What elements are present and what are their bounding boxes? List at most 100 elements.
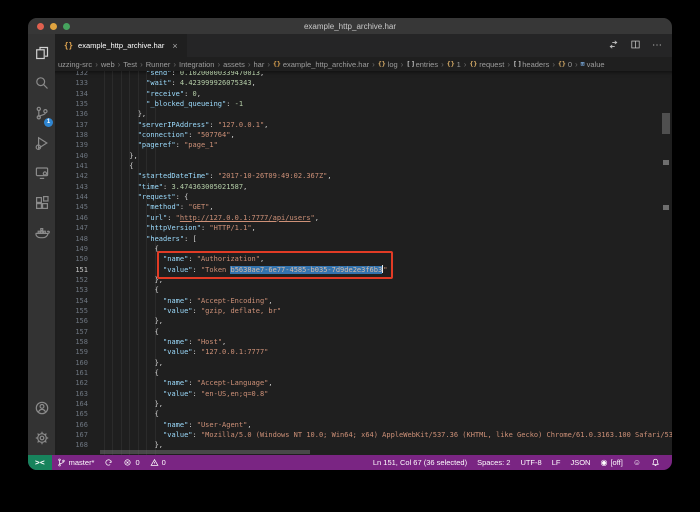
line-number[interactable]: 159 [55, 347, 104, 357]
code-line[interactable]: 157 { [55, 327, 672, 337]
vertical-scrollbar-thumb[interactable] [662, 113, 670, 134]
line-number[interactable]: 166 [55, 420, 104, 430]
code-line[interactable]: 145 "method": "GET", [55, 202, 672, 212]
line-number[interactable]: 140 [55, 151, 104, 161]
breadcrumb-item-value[interactable]: ⊞value [581, 60, 605, 69]
zoom-window-button[interactable] [63, 23, 70, 30]
activity-bar-item-remote-explorer[interactable] [28, 160, 55, 190]
status-encoding[interactable]: UTF-8 [515, 455, 546, 470]
status-feedback[interactable]: ☺ [628, 455, 646, 470]
line-number[interactable]: 160 [55, 358, 104, 368]
line-number[interactable]: 141 [55, 161, 104, 171]
code-line[interactable]: 163 "value": "en-US,en;q=0.8" [55, 389, 672, 399]
activity-bar-item-account[interactable] [28, 395, 55, 425]
code-line[interactable]: 137 "serverIPAddress": "127.0.0.1", [55, 120, 672, 130]
code-line[interactable]: 156 }, [55, 316, 672, 326]
line-number[interactable]: 165 [55, 409, 104, 419]
activity-bar-item-extensions[interactable] [28, 190, 55, 220]
line-number[interactable]: 163 [55, 389, 104, 399]
status-screencast-mode[interactable]: ◉[off] [595, 455, 627, 470]
line-number[interactable]: 144 [55, 192, 104, 202]
activity-bar-item-docker[interactable] [28, 220, 55, 250]
code-line[interactable]: 139 "pageref": "page_1" [55, 140, 672, 150]
minimize-window-button[interactable] [50, 23, 57, 30]
activity-bar-item-search[interactable] [28, 70, 55, 100]
code-line[interactable]: 147 "httpVersion": "HTTP/1.1", [55, 223, 672, 233]
breadcrumb-item-runner[interactable]: Runner [146, 60, 171, 69]
more-actions-icon[interactable]: ⋯ [652, 41, 662, 51]
line-number[interactable]: 151 [55, 265, 104, 275]
line-number[interactable]: 156 [55, 316, 104, 326]
code-line[interactable]: 141 { [55, 161, 672, 171]
breadcrumb-item-web[interactable]: web [101, 60, 115, 69]
line-number[interactable]: 135 [55, 99, 104, 109]
line-number[interactable]: 137 [55, 120, 104, 130]
breadcrumb-item-log[interactable]: {}log [378, 60, 398, 69]
status-git-branch[interactable]: master* [52, 455, 100, 470]
line-number[interactable]: 147 [55, 223, 104, 233]
line-number[interactable]: 133 [55, 78, 104, 88]
code-line[interactable]: 164 }, [55, 399, 672, 409]
status-language-mode[interactable]: JSON [565, 455, 595, 470]
close-window-button[interactable] [37, 23, 44, 30]
line-number[interactable]: 145 [55, 202, 104, 212]
tab-close-icon[interactable]: × [172, 41, 177, 51]
code-line[interactable]: 140 }, [55, 151, 672, 161]
code-line[interactable]: 142 "startedDateTime": "2017-10-26T09:49… [55, 171, 672, 181]
code-line[interactable]: 136 }, [55, 109, 672, 119]
line-number[interactable]: 152 [55, 275, 104, 285]
line-number[interactable]: 157 [55, 327, 104, 337]
line-number[interactable]: 148 [55, 234, 104, 244]
line-number[interactable]: 154 [55, 296, 104, 306]
vertical-scrollbar[interactable] [661, 71, 672, 455]
tab-example-http-archive[interactable]: {} example_http_archive.har × [55, 34, 187, 57]
code-line[interactable]: 154 "name": "Accept-Encoding", [55, 296, 672, 306]
code-line[interactable]: 134 "receive": 0, [55, 89, 672, 99]
code-line[interactable]: 133 "wait": 4.423999926075343, [55, 78, 672, 88]
code-line[interactable]: 148 "headers": [ [55, 234, 672, 244]
code-line[interactable]: 144 "request": { [55, 192, 672, 202]
breadcrumb-item-entries[interactable]: [ ]entries [406, 60, 438, 69]
activity-bar-item-settings[interactable] [28, 425, 55, 455]
line-number[interactable]: 134 [55, 89, 104, 99]
code-line[interactable]: 165 { [55, 409, 672, 419]
activity-bar-item-run-and-debug[interactable] [28, 130, 55, 160]
line-number[interactable]: 162 [55, 378, 104, 388]
activity-bar-item-explorer[interactable] [28, 40, 55, 70]
horizontal-scrollbar-thumb[interactable] [100, 450, 310, 454]
line-number[interactable]: 167 [55, 430, 104, 440]
code-line[interactable]: 158 "name": "Host", [55, 337, 672, 347]
breadcrumb-item-har[interactable]: har [254, 60, 265, 69]
breadcrumb-item-integration[interactable]: Integration [179, 60, 214, 69]
line-number[interactable]: 168 [55, 440, 104, 450]
status-notifications[interactable] [646, 455, 665, 470]
breadcrumb-item-example-http-archive-har[interactable]: {}example_http_archive.har [273, 60, 369, 69]
line-number[interactable]: 149 [55, 244, 104, 254]
line-number[interactable]: 132 [55, 71, 104, 78]
code-line[interactable]: 135 "_blocked_queueing": -1 [55, 99, 672, 109]
code-line[interactable]: 160 }, [55, 358, 672, 368]
breadcrumb-item-uzzing-src[interactable]: uzzing-src [58, 60, 92, 69]
line-number[interactable]: 161 [55, 368, 104, 378]
breadcrumb-item-assets[interactable]: assets [223, 60, 245, 69]
line-number[interactable]: 164 [55, 399, 104, 409]
activity-bar-item-source-control[interactable]: 1 [28, 100, 55, 130]
code-line[interactable]: 161 { [55, 368, 672, 378]
breadcrumb-item-request[interactable]: {}request [469, 60, 504, 69]
code-line[interactable]: 167 "value": "Mozilla/5.0 (Windows NT 10… [55, 430, 672, 440]
breadcrumb-item-test[interactable]: Test [123, 60, 137, 69]
status-sync-status[interactable] [99, 455, 118, 470]
line-number[interactable]: 139 [55, 140, 104, 150]
line-number[interactable]: 136 [55, 109, 104, 119]
line-number[interactable]: 142 [55, 171, 104, 181]
editor[interactable]: 132 "send": 0.10200000339470013,133 "wai… [55, 71, 672, 455]
code-line[interactable]: 155 "value": "gzip, deflate, br" [55, 306, 672, 316]
code-line[interactable]: 162 "name": "Accept-Language", [55, 378, 672, 388]
code-line[interactable]: 159 "value": "127.0.0.1:7777" [55, 347, 672, 357]
line-number[interactable]: 153 [55, 285, 104, 295]
line-number[interactable]: 146 [55, 213, 104, 223]
status-eol[interactable]: LF [547, 455, 566, 470]
status-indentation[interactable]: Spaces: 2 [472, 455, 515, 470]
status-cursor-position[interactable]: Ln 151, Col 67 (36 selected) [368, 455, 472, 470]
status-remote-indicator[interactable]: >< [28, 455, 52, 470]
